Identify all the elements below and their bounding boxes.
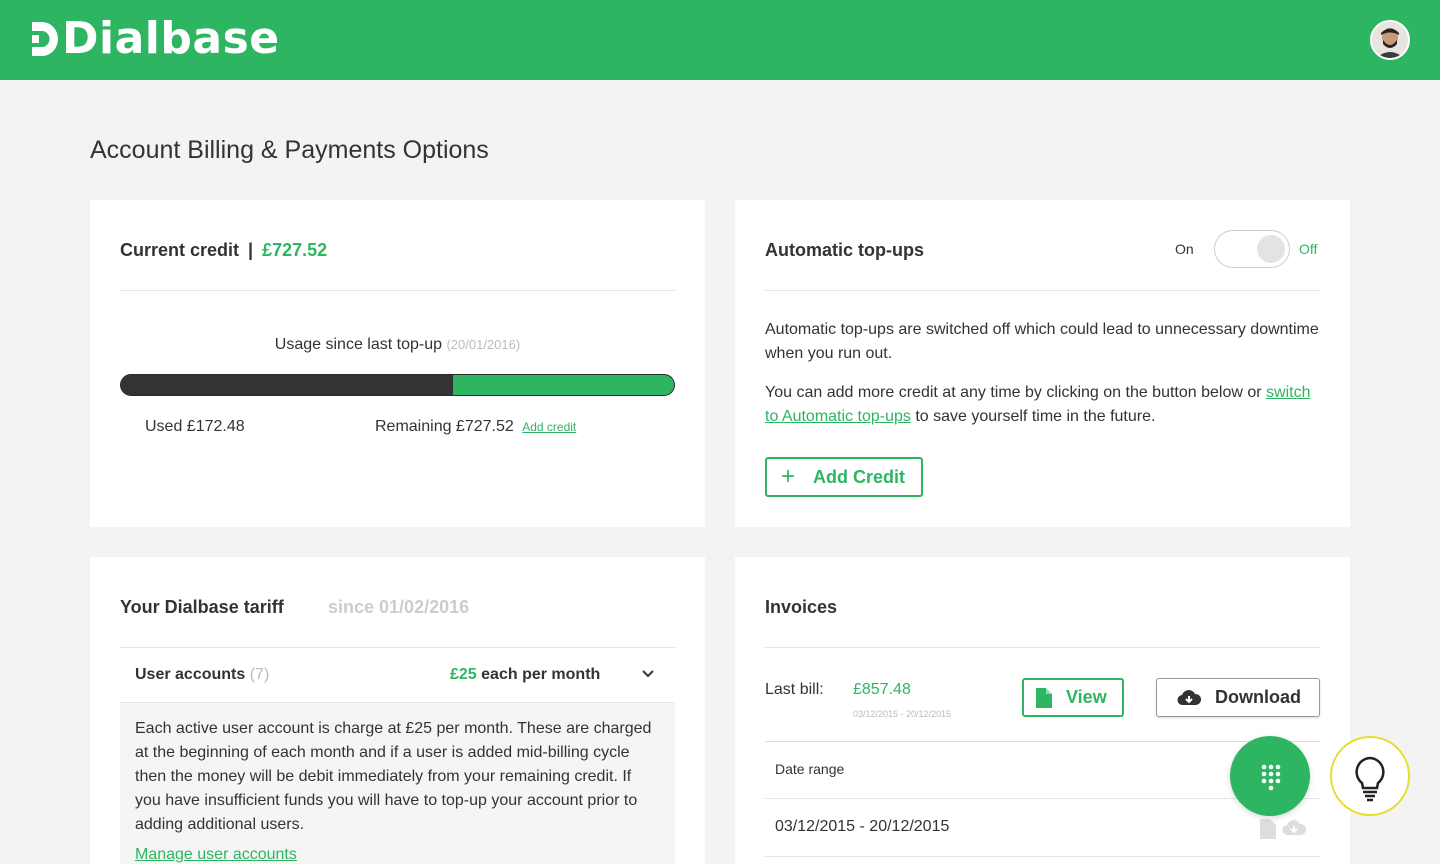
page-title: Account Billing & Payments Options bbox=[90, 136, 489, 164]
dialpad-icon bbox=[1261, 764, 1281, 791]
avatar-icon bbox=[1372, 22, 1408, 58]
invoices-divider bbox=[765, 647, 1320, 648]
add-credit-button-label: Add Credit bbox=[813, 466, 906, 487]
auto-topups-info-before: You can add more credit at any time by c… bbox=[765, 384, 1262, 401]
price-amount: £25 bbox=[450, 666, 477, 683]
brand-name: Dialbase bbox=[62, 13, 280, 64]
price-suffix: each per month bbox=[481, 666, 601, 683]
automatic-topups-card: Automatic top-ups On Off Automatic top-u… bbox=[735, 200, 1350, 527]
invoice-row-range: 03/12/2015 - 20/12/2015 bbox=[775, 818, 950, 835]
user-accounts-price: £25 each per month bbox=[450, 666, 600, 684]
remaining-amount: Remaining £727.52 Add credit bbox=[375, 418, 576, 436]
date-range-column-header: Date range bbox=[775, 761, 845, 777]
used-amount: Used £172.48 bbox=[145, 418, 245, 435]
tariff-description: Each active user account is charge at £2… bbox=[135, 720, 652, 833]
dialbase-logo[interactable]: Dialbase bbox=[30, 16, 280, 62]
usage-progress-bar bbox=[120, 374, 675, 396]
chevron-down-icon[interactable] bbox=[638, 664, 658, 684]
current-credit-card: Current credit | £727.52 Usage since las… bbox=[90, 200, 705, 527]
invoices-card: Invoices Last bill: £857.48 03/12/2015 -… bbox=[735, 557, 1350, 864]
top-bar: Dialbase bbox=[0, 0, 1440, 80]
view-invoice-button[interactable]: View bbox=[1022, 678, 1124, 717]
row-view-document-icon[interactable] bbox=[1260, 819, 1276, 839]
last-bill-label: Last bill: bbox=[765, 681, 824, 698]
credit-title-label: Current credit bbox=[120, 240, 240, 260]
logo-mark-icon bbox=[32, 22, 58, 56]
last-bill-range: 03/12/2015 - 20/12/2015 bbox=[853, 709, 952, 719]
plus-icon: + bbox=[781, 463, 796, 490]
tariff-title: Your Dialbase tariff bbox=[120, 597, 284, 617]
remaining-label: Remaining £727.52 bbox=[375, 418, 514, 435]
toggle-off-label: Off bbox=[1299, 241, 1318, 257]
toggle-knob bbox=[1257, 235, 1285, 263]
user-accounts-row[interactable]: User accounts (7) £25 each per month bbox=[120, 647, 675, 703]
user-accounts-count: (7) bbox=[249, 666, 270, 683]
user-accounts-text: User accounts bbox=[135, 666, 246, 683]
download-invoice-button[interactable]: Download bbox=[1156, 678, 1320, 717]
download-button-label: Download bbox=[1215, 687, 1301, 707]
credit-separator: | bbox=[248, 240, 254, 260]
toggle-on-label: On bbox=[1175, 241, 1194, 257]
usage-progress-used bbox=[121, 375, 453, 395]
usage-label-text: Usage since last top-up bbox=[274, 336, 442, 353]
auto-topups-info-after: to save yourself time in the future. bbox=[915, 408, 1156, 425]
invoice-row-actions bbox=[1260, 819, 1306, 839]
user-accounts-details: Each active user account is charge at £2… bbox=[120, 703, 675, 864]
invoices-title: Invoices bbox=[765, 597, 838, 617]
last-bill-amount: £857.48 bbox=[853, 681, 911, 698]
auto-topups-divider bbox=[765, 290, 1320, 291]
usage-label: Usage since last top-up (20/01/2016) bbox=[90, 336, 705, 354]
row-download-cloud-icon[interactable] bbox=[1282, 819, 1306, 837]
cloud-download-icon bbox=[1177, 689, 1201, 707]
tariff-since: since 01/02/2016 bbox=[328, 597, 470, 617]
document-icon bbox=[1036, 687, 1052, 708]
auto-topups-warning: Automatic top-ups are switched off which… bbox=[765, 321, 1319, 362]
user-avatar[interactable] bbox=[1370, 20, 1410, 60]
add-credit-link[interactable]: Add credit bbox=[522, 420, 576, 434]
auto-topups-info: You can add more credit at any time by c… bbox=[765, 381, 1320, 429]
lightbulb-icon bbox=[1355, 756, 1385, 802]
add-credit-button[interactable]: + Add Credit bbox=[765, 457, 923, 497]
credit-divider bbox=[120, 290, 675, 291]
credit-title: Current credit | £727.52 bbox=[120, 240, 327, 261]
auto-topups-toggle[interactable] bbox=[1214, 230, 1290, 268]
usage-date: (20/01/2016) bbox=[446, 337, 521, 352]
auto-topups-title: Automatic top-ups bbox=[765, 240, 924, 260]
invoices-row-border bbox=[765, 856, 1320, 857]
tips-button[interactable] bbox=[1330, 736, 1410, 816]
dialpad-button[interactable] bbox=[1230, 736, 1310, 816]
user-accounts-label: User accounts (7) bbox=[135, 666, 269, 684]
tariff-card: Your Dialbase tariff since 01/02/2016 Us… bbox=[90, 557, 705, 864]
manage-user-accounts-link[interactable]: Manage user accounts bbox=[135, 843, 660, 864]
view-button-label: View bbox=[1066, 687, 1107, 707]
credit-amount: £727.52 bbox=[262, 240, 328, 260]
